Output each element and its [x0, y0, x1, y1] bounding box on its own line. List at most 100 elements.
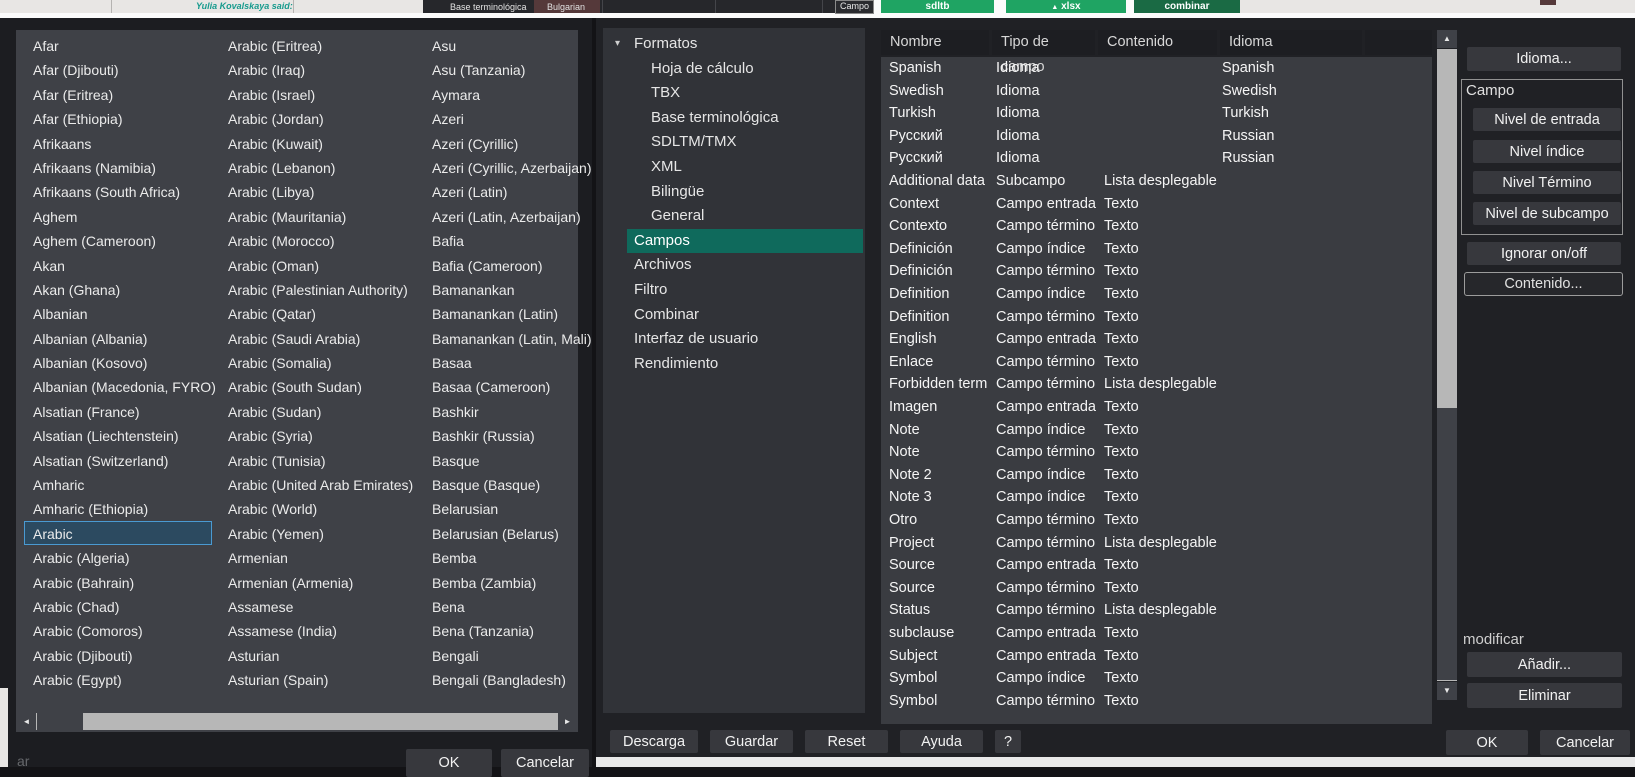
table-row[interactable]: Note 3 Campo índice Texto — [881, 486, 1432, 509]
language-list-item[interactable]: Arabic (Lebanon) — [219, 155, 417, 179]
language-list-item[interactable]: Arabic (Djibouti) — [24, 643, 212, 667]
xlsx-button[interactable]: ▲ xlsx — [1006, 0, 1126, 13]
table-row[interactable]: subclause Campo entrada Texto — [881, 622, 1432, 645]
cancel-button[interactable]: Cancelar — [1540, 730, 1630, 755]
table-row[interactable]: Context Campo entrada Texto — [881, 193, 1432, 216]
language-list-item[interactable]: Basaa (Cameroon) — [423, 374, 576, 398]
scroll-right-button[interactable]: ► — [559, 713, 576, 730]
language-list-item[interactable]: Arabic (Yemen) — [219, 521, 417, 545]
language-list-item[interactable]: Bemba (Zambia) — [423, 570, 576, 594]
language-list-item[interactable]: Arabic (Palestinian Authority) — [219, 277, 417, 301]
language-list-item[interactable]: Bamanankan — [423, 277, 576, 301]
language-list-item[interactable]: Bengali — [423, 643, 576, 667]
table-row[interactable]: Imagen Campo entrada Texto — [881, 396, 1432, 419]
table-row[interactable]: Status Campo término Lista desplegable — [881, 599, 1432, 622]
tree-item-interfaz-de-usuario[interactable]: Interfaz de usuario — [603, 327, 863, 352]
tree-item-formatos[interactable]: Formatos ▾ — [603, 32, 863, 57]
tree-item-archivos[interactable]: Archivos — [603, 253, 863, 278]
language-list-item[interactable]: Arabic (Egypt) — [24, 667, 212, 691]
table-row[interactable]: Note Campo índice Texto — [881, 419, 1432, 442]
scrollbar-thumb[interactable] — [1437, 408, 1457, 680]
table-row[interactable]: Enlace Campo término Texto — [881, 351, 1432, 374]
tree-item-hoja-de-c-lculo[interactable]: Hoja de cálculo — [603, 57, 863, 82]
language-list-item[interactable]: Arabic (Jordan) — [219, 106, 417, 130]
language-list-item[interactable]: Aghem (Cameroon) — [24, 228, 212, 252]
table-row[interactable]: Русский Idioma Russian — [881, 125, 1432, 148]
table-row[interactable]: Swedish Idioma Swedish — [881, 80, 1432, 103]
language-list-item[interactable]: Arabic (Chad) — [24, 594, 212, 618]
table-row[interactable]: Project Campo término Lista desplegable — [881, 532, 1432, 555]
tree-item-rendimiento[interactable]: Rendimiento — [603, 352, 863, 377]
language-list-item[interactable]: Arabic (Tunisia) — [219, 448, 417, 472]
scroll-up-button[interactable]: ▲ — [1437, 30, 1457, 48]
language-list-item[interactable]: Basque (Basque) — [423, 472, 576, 496]
table-row[interactable]: Turkish Idioma Turkish — [881, 102, 1432, 125]
language-list-item[interactable]: Amharic — [24, 472, 212, 496]
language-list-item[interactable]: Arabic (Israel) — [219, 82, 417, 106]
language-list-item[interactable]: Belarusian — [423, 496, 576, 520]
table-row[interactable]: Forbidden term Campo término Lista despleg… — [881, 373, 1432, 396]
scroll-left-button[interactable]: ◄ — [18, 713, 35, 730]
language-list-item[interactable]: Armenian — [219, 545, 417, 569]
ok-button[interactable]: OK — [1446, 730, 1528, 755]
table-row[interactable]: Symbol Campo índice Texto — [881, 667, 1432, 690]
language-list-item[interactable]: Assamese — [219, 594, 417, 618]
language-list-item[interactable]: Alsatian (Liechtenstein) — [24, 423, 212, 447]
tree-item-tbx[interactable]: TBX — [603, 81, 863, 106]
cancel-button[interactable]: Cancelar — [501, 749, 589, 777]
nivel-button-1[interactable]: Nivel índice — [1473, 140, 1621, 163]
language-list-item[interactable]: Afrikaans — [24, 131, 212, 155]
language-list-item[interactable]: Albanian (Macedonia, FYRO) — [24, 374, 216, 398]
language-list-item[interactable]: Aymara — [423, 82, 576, 106]
language-list-item[interactable]: Bashkir — [423, 399, 576, 423]
language-list-item[interactable]: Akan — [24, 253, 212, 277]
table-row[interactable]: Spanish Idioma Spanish — [881, 57, 1432, 80]
column-header-blank[interactable] — [1365, 30, 1432, 55]
language-list-item[interactable]: Akan (Ghana) — [24, 277, 212, 301]
idioma-button[interactable]: Idioma... — [1467, 47, 1621, 71]
tree-expand-icon[interactable]: ▾ — [615, 32, 620, 57]
column-header-Nombre[interactable]: Nombre — [881, 30, 989, 55]
language-list-item[interactable]: Asturian (Spain) — [219, 667, 417, 691]
language-list-item[interactable]: Bamanankan (Latin, Mali) — [423, 326, 592, 350]
table-row[interactable]: Definition Campo término Texto — [881, 306, 1432, 329]
nivel-button-0[interactable]: Nivel de entrada — [1473, 108, 1621, 131]
language-list-item[interactable]: Bena — [423, 594, 576, 618]
language-list-item[interactable]: Arabic (Saudi Arabia) — [219, 326, 417, 350]
language-list-item[interactable]: Albanian — [24, 301, 212, 325]
language-list-item[interactable]: Arabic (Somalia) — [219, 350, 417, 374]
language-list-item[interactable]: Afrikaans (Namibia) — [24, 155, 212, 179]
column-header-Idioma[interactable]: Idioma — [1220, 30, 1362, 55]
table-row[interactable]: Source Campo entrada Texto — [881, 554, 1432, 577]
table-row[interactable]: Note 2 Campo índice Texto — [881, 464, 1432, 487]
language-list-item[interactable]: Azeri (Cyrillic, Azerbaijan) — [423, 155, 591, 179]
scrollbar-thumb[interactable] — [37, 713, 83, 730]
anadir-button[interactable]: Añadir... — [1467, 652, 1622, 677]
tree-item-sdltm-tmx[interactable]: SDLTM/TMX — [603, 130, 863, 155]
scroll-down-button[interactable]: ▼ — [1437, 682, 1457, 700]
language-list-item[interactable]: Arabic (Libya) — [219, 179, 417, 203]
language-list-item[interactable]: Asu (Tanzania) — [423, 57, 576, 81]
bottom-button-reset[interactable]: Reset — [805, 730, 888, 753]
language-list-item[interactable]: Bafia (Cameroon) — [423, 253, 576, 277]
language-list-item[interactable]: Arabic (Mauritania) — [219, 204, 417, 228]
language-list-item[interactable]: Afrikaans (South Africa) — [24, 179, 212, 203]
table-row[interactable]: Note Campo término Texto — [881, 441, 1432, 464]
table-row[interactable]: Subject Campo entrada Texto — [881, 645, 1432, 668]
language-list-item[interactable]: Afar — [24, 33, 212, 57]
table-row[interactable]: Definición Campo término Texto — [881, 260, 1432, 283]
language-list-item[interactable]: Arabic (Sudan) — [219, 399, 417, 423]
column-header-Tipo de campo[interactable]: Tipo de campo — [992, 30, 1095, 75]
tree-item-general[interactable]: General — [603, 204, 863, 229]
table-row[interactable]: Definición Campo índice Texto — [881, 238, 1432, 261]
language-list-item[interactable]: Azeri — [423, 106, 576, 130]
vertical-scrollbar[interactable]: ▲ ▼ — [1437, 30, 1457, 700]
bottom-button-ayuda[interactable]: Ayuda — [900, 730, 983, 753]
language-list-item[interactable]: Arabic (Syria) — [219, 423, 417, 447]
tree-item-campos[interactable]: Campos — [627, 228, 863, 254]
language-list-item[interactable]: Arabic (Qatar) — [219, 301, 417, 325]
tree-item-base-terminol-gica[interactable]: Base terminológica — [603, 106, 863, 131]
bottom-button-descarga[interactable]: Descarga — [610, 730, 698, 753]
language-list-item[interactable]: Belarusian (Belarus) — [423, 521, 576, 545]
language-list-item[interactable]: Azeri (Latin) — [423, 179, 576, 203]
